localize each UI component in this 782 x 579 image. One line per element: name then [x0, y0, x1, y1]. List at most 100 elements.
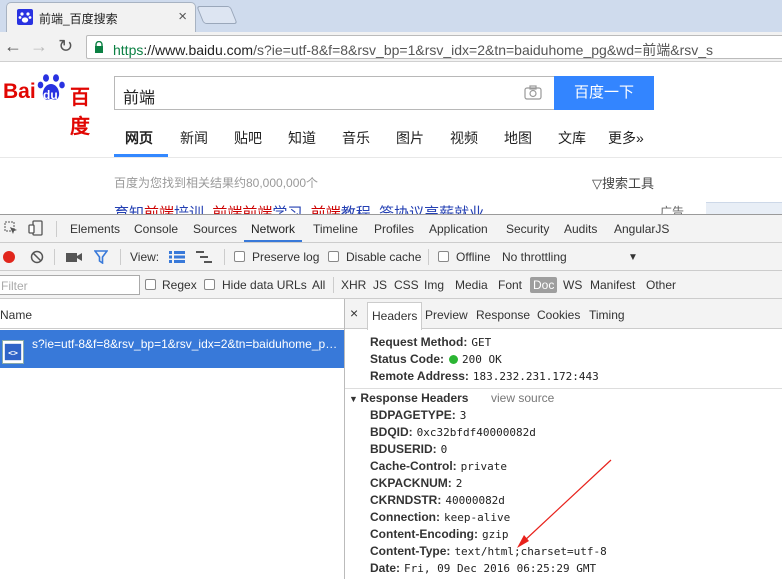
search-tools-button[interactable]: ▽搜索工具 — [592, 173, 654, 192]
regex-label: Regex — [162, 278, 197, 292]
annotation-arrow-icon — [517, 459, 612, 548]
back-button[interactable]: ← — [4, 36, 22, 56]
result-title-highlight: 前端 — [310, 205, 341, 214]
name-column-header[interactable]: Name — [0, 308, 32, 322]
filter-type-manifest[interactable]: Manifest — [590, 278, 635, 292]
url-text: https://www.baidu.com/s?ie=utf-8&f=8&rsv… — [113, 40, 713, 60]
tab-elements[interactable]: Elements — [70, 222, 120, 236]
tab-timing[interactable]: Timing — [589, 308, 625, 322]
browser-tab[interactable]: 前端_百度搜索 × — [6, 2, 196, 32]
hide-data-urls-label: Hide data URLs — [222, 278, 307, 292]
view-label: View: — [130, 250, 160, 264]
nav-item-video[interactable]: 视频 — [450, 128, 478, 148]
forward-button[interactable]: → — [30, 36, 48, 56]
chevron-down-icon[interactable]: ▼ — [628, 252, 638, 263]
screenshot-camera-icon[interactable] — [66, 251, 82, 263]
result-count: 百度为您找到相关结果约80,000,000个 — [114, 176, 319, 190]
nav-item-music[interactable]: 音乐 — [342, 128, 370, 148]
waterfall-icon[interactable] — [196, 251, 212, 263]
nav-item-wenku[interactable]: 文库 — [558, 128, 586, 148]
offline-checkbox[interactable] — [438, 251, 449, 262]
divider — [56, 221, 57, 237]
tab-response[interactable]: Response — [476, 308, 530, 322]
filter-type-other[interactable]: Other — [646, 278, 676, 292]
record-button[interactable] — [3, 251, 15, 263]
hide-data-urls-checkbox[interactable] — [204, 279, 215, 290]
close-details-button[interactable]: × — [350, 305, 358, 321]
divider — [428, 249, 429, 265]
tab-sources[interactable]: Sources — [193, 222, 237, 236]
baidu-page: Bai du 百度 前端 百度一下 网页 新闻 贴吧 知道 音乐 图片 视频 地… — [0, 62, 782, 214]
filter-type-js[interactable]: JS — [373, 278, 387, 292]
svg-text:<>: <> — [8, 348, 18, 358]
new-tab-button[interactable] — [196, 6, 238, 24]
document-icon: <> — [2, 340, 24, 364]
nav-item-web[interactable]: 网页 — [125, 128, 153, 148]
nav-item-news[interactable]: 新闻 — [180, 128, 208, 148]
tab-angularjs[interactable]: AngularJS — [614, 222, 669, 236]
result-title-highlight: 前端 — [144, 205, 175, 214]
headers-detail: Request Method: GET Status Code: 200 OK Re… — [345, 330, 782, 579]
request-name: s?ie=utf-8&f=8&rsv_bp=1&rsv_idx=2&tn=bai… — [32, 337, 338, 351]
tab-audits[interactable]: Audits — [564, 222, 597, 236]
filter-type-media[interactable]: Media — [455, 278, 488, 292]
filter-type-ws[interactable]: WS — [563, 278, 582, 292]
filter-type-css[interactable]: CSS — [394, 278, 419, 292]
tab-close-button[interactable]: × — [178, 8, 187, 25]
devtools-tab-bar: Elements Console Sources Network Timelin… — [0, 215, 782, 243]
large-rows-icon[interactable] — [169, 251, 185, 263]
result-title-part: 育知 — [114, 205, 145, 214]
search-tools-label: 搜索工具 — [602, 176, 655, 191]
url-scheme: https — [113, 42, 144, 58]
filter-placeholder: Filter — [1, 279, 28, 293]
devtools-panel: Elements Console Sources Network Timelin… — [0, 214, 782, 579]
tab-security[interactable]: Security — [506, 222, 549, 236]
filter-icon[interactable] — [94, 250, 108, 264]
throttling-select[interactable]: No throttling — [502, 250, 567, 264]
nav-item-map[interactable]: 地图 — [504, 128, 532, 148]
result-thumbnail[interactable] — [706, 202, 782, 214]
clear-icon[interactable] — [30, 250, 44, 264]
search-input[interactable]: 前端 — [114, 76, 554, 110]
nav-item-more[interactable]: 更多» — [608, 128, 644, 148]
filter-input[interactable]: Filter — [0, 275, 140, 295]
filter-type-font[interactable]: Font — [498, 278, 522, 292]
inspect-element-icon[interactable] — [4, 221, 18, 235]
result-title-highlight: 前端前端 — [212, 205, 273, 214]
reload-button[interactable]: ↻ — [58, 36, 73, 56]
tab-console[interactable]: Console — [134, 222, 178, 236]
regex-checkbox[interactable] — [145, 279, 156, 290]
result-title-link[interactable]: 育知前端培训_前端前端学习_前端教程_签协议高薪就业 — [114, 202, 484, 214]
device-mode-icon[interactable] — [28, 220, 44, 236]
detail-tab-bar: × Headers Preview Response Cookies Timin… — [345, 299, 782, 330]
tab-preview[interactable]: Preview — [425, 308, 468, 322]
disable-cache-checkbox[interactable] — [328, 251, 339, 262]
filter-bar: Filter Regex Hide data URLs All XHR JS C… — [0, 271, 782, 299]
nav-item-zhidao[interactable]: 知道 — [288, 128, 316, 148]
nav-item-tieba[interactable]: 贴吧 — [234, 128, 262, 148]
camera-icon[interactable] — [524, 85, 542, 100]
filter-type-doc[interactable]: Doc — [530, 277, 558, 293]
filter-icon: ▽ — [592, 176, 602, 191]
tab-headers[interactable]: Headers — [367, 302, 423, 330]
preserve-log-checkbox[interactable] — [234, 251, 245, 262]
tab-network[interactable]: Network — [251, 222, 295, 236]
nav-item-images[interactable]: 图片 — [396, 128, 424, 148]
network-toolbar: View: Preserve log Disable cache Offline… — [0, 243, 782, 271]
request-row[interactable]: <> s?ie=utf-8&f=8&rsv_bp=1&rsv_idx=2&tn=… — [0, 330, 344, 368]
tab-title: 前端_百度搜索 — [39, 12, 118, 26]
filter-type-img[interactable]: Img — [424, 278, 444, 292]
tab-application[interactable]: Application — [429, 222, 488, 236]
address-bar[interactable]: https://www.baidu.com/s?ie=utf-8&f=8&rsv… — [86, 35, 782, 59]
search-query: 前端 — [123, 90, 156, 107]
logo-du: du — [43, 88, 58, 102]
offline-label: Offline — [456, 250, 491, 264]
filter-type-xhr[interactable]: XHR — [341, 278, 366, 292]
filter-type-all[interactable]: All — [312, 278, 325, 292]
search-button[interactable]: 百度一下 — [554, 76, 654, 110]
tab-timeline[interactable]: Timeline — [313, 222, 358, 236]
divider — [224, 249, 225, 265]
disable-cache-label: Disable cache — [346, 250, 422, 264]
tab-profiles[interactable]: Profiles — [374, 222, 414, 236]
tab-cookies[interactable]: Cookies — [537, 308, 580, 322]
